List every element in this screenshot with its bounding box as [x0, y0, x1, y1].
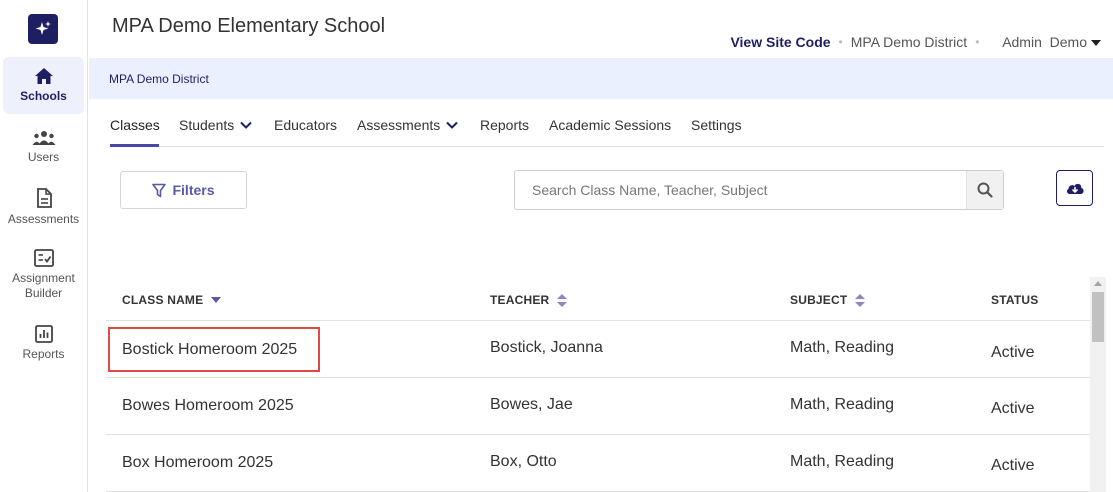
tab-label: Classes	[110, 116, 160, 133]
column-header-label: CLASS NAME	[122, 293, 204, 307]
column-header-label: SUBJECT	[790, 293, 848, 307]
tab-reports[interactable]: Reports	[480, 116, 529, 133]
bar-chart-icon	[34, 325, 53, 343]
subject-cell: Math, Reading	[790, 339, 895, 356]
sort-icon	[557, 293, 568, 307]
filter-icon	[152, 183, 167, 197]
sidebar-item-label: Users	[27, 150, 60, 164]
table-header: CLASS NAME TEACHER SUBJECT STATUS	[106, 277, 1090, 321]
teacher-cell: Bowes, Jae	[490, 396, 573, 413]
search-button[interactable]	[966, 171, 1003, 209]
classes-table: CLASS NAME TEACHER SUBJECT STATUS Bostic…	[106, 277, 1090, 492]
sidebar-item-label: Reports	[22, 347, 65, 361]
caret-down-icon	[1091, 40, 1101, 47]
tab-educators[interactable]: Educators	[274, 116, 337, 133]
search-box	[514, 170, 1004, 210]
checklist-icon	[33, 249, 54, 267]
separator-dot: •	[838, 35, 843, 49]
chevron-down-icon	[240, 121, 252, 129]
sidebar-item-assessments[interactable]: Assessments	[3, 188, 84, 228]
district-name: MPA Demo District	[850, 34, 968, 50]
class-name-link[interactable]: Bowes Homeroom 2025	[122, 397, 294, 415]
cloud-download-icon	[1066, 183, 1084, 194]
document-icon	[36, 188, 52, 208]
column-header-teacher[interactable]: TEACHER	[490, 293, 568, 307]
tab-label: Settings	[691, 116, 742, 133]
scrollbar-thumb[interactable]	[1092, 292, 1104, 342]
scroll-up-arrow-icon[interactable]	[1094, 281, 1102, 286]
filters-button[interactable]: Filters	[120, 171, 247, 209]
filters-label: Filters	[172, 182, 215, 198]
sidebar-item-assignment-builder[interactable]: Assignment Builder	[3, 249, 84, 303]
chevron-down-icon	[446, 121, 458, 129]
sidebar-item-schools[interactable]: Schools	[3, 57, 84, 114]
subject-cell: Math, Reading	[790, 396, 895, 413]
active-tab-indicator	[110, 144, 159, 147]
tab-label: Students	[179, 116, 235, 133]
search-input[interactable]	[515, 171, 967, 209]
tab-label: Reports	[480, 116, 530, 133]
sidebar-item-label: Assessments	[7, 212, 80, 226]
sidebar-item-users[interactable]: Users	[3, 130, 84, 170]
users-icon	[32, 131, 55, 145]
teacher-cell: Box, Otto	[490, 453, 557, 470]
separator-dot: •	[975, 35, 980, 49]
teacher-cell: Bostick, Joanna	[490, 339, 603, 356]
tab-label: Academic Sessions	[549, 116, 672, 133]
column-header-status: STATUS	[991, 293, 1038, 307]
page-title: MPA Demo Elementary School	[112, 15, 386, 37]
tab-assessments[interactable]: Assessments	[357, 116, 458, 133]
user-name: Admin Demo	[1002, 34, 1087, 50]
download-button[interactable]	[1056, 170, 1093, 206]
tab-students[interactable]: Students	[179, 116, 252, 133]
table-row[interactable]: Bowes Homeroom 2025 Bowes, Jae Math, Rea…	[106, 378, 1090, 435]
app-logo[interactable]	[28, 14, 58, 44]
sidebar-item-label: Schools	[20, 89, 67, 103]
tab-bar: Classes Students Educators Assessments R…	[110, 116, 1104, 147]
home-icon	[34, 68, 53, 84]
status-cell: Active	[991, 457, 1035, 474]
tab-classes[interactable]: Classes	[110, 116, 160, 133]
class-name-link[interactable]: Bostick Homeroom 2025	[122, 341, 297, 359]
sort-icon	[855, 293, 866, 307]
sidebar-item-label: Assignment Builder	[12, 271, 75, 300]
column-header-class-name[interactable]: CLASS NAME	[122, 293, 222, 307]
tab-academic-sessions[interactable]: Academic Sessions	[549, 116, 671, 133]
column-header-label: TEACHER	[490, 293, 550, 307]
class-name-link[interactable]: Box Homeroom 2025	[122, 454, 273, 472]
view-site-code-link[interactable]: View Site Code	[730, 34, 830, 50]
table-row[interactable]: Box Homeroom 2025 Box, Otto Math, Readin…	[106, 435, 1090, 492]
column-header-label: STATUS	[991, 293, 1039, 307]
sidebar-item-reports[interactable]: Reports	[3, 325, 84, 365]
table-row[interactable]: Bostick Homeroom 2025 Bostick, Joanna Ma…	[106, 321, 1090, 378]
status-cell: Active	[991, 400, 1035, 417]
tab-label: Assessments	[357, 116, 441, 133]
subject-cell: Math, Reading	[790, 453, 895, 470]
sort-descending-icon	[211, 297, 222, 303]
tab-settings[interactable]: Settings	[691, 116, 742, 133]
sparkle-icon	[35, 21, 51, 35]
column-header-subject[interactable]: SUBJECT	[790, 293, 866, 307]
status-cell: Active	[991, 344, 1035, 361]
search-icon	[977, 182, 993, 198]
vertical-scrollbar[interactable]	[1090, 277, 1106, 492]
tab-label: Educators	[274, 116, 338, 133]
breadcrumb-district-link[interactable]: MPA Demo District	[109, 72, 209, 86]
sidebar: Schools Users Assessments Assignment Bui…	[0, 0, 88, 492]
breadcrumb: MPA Demo District	[89, 58, 1113, 99]
